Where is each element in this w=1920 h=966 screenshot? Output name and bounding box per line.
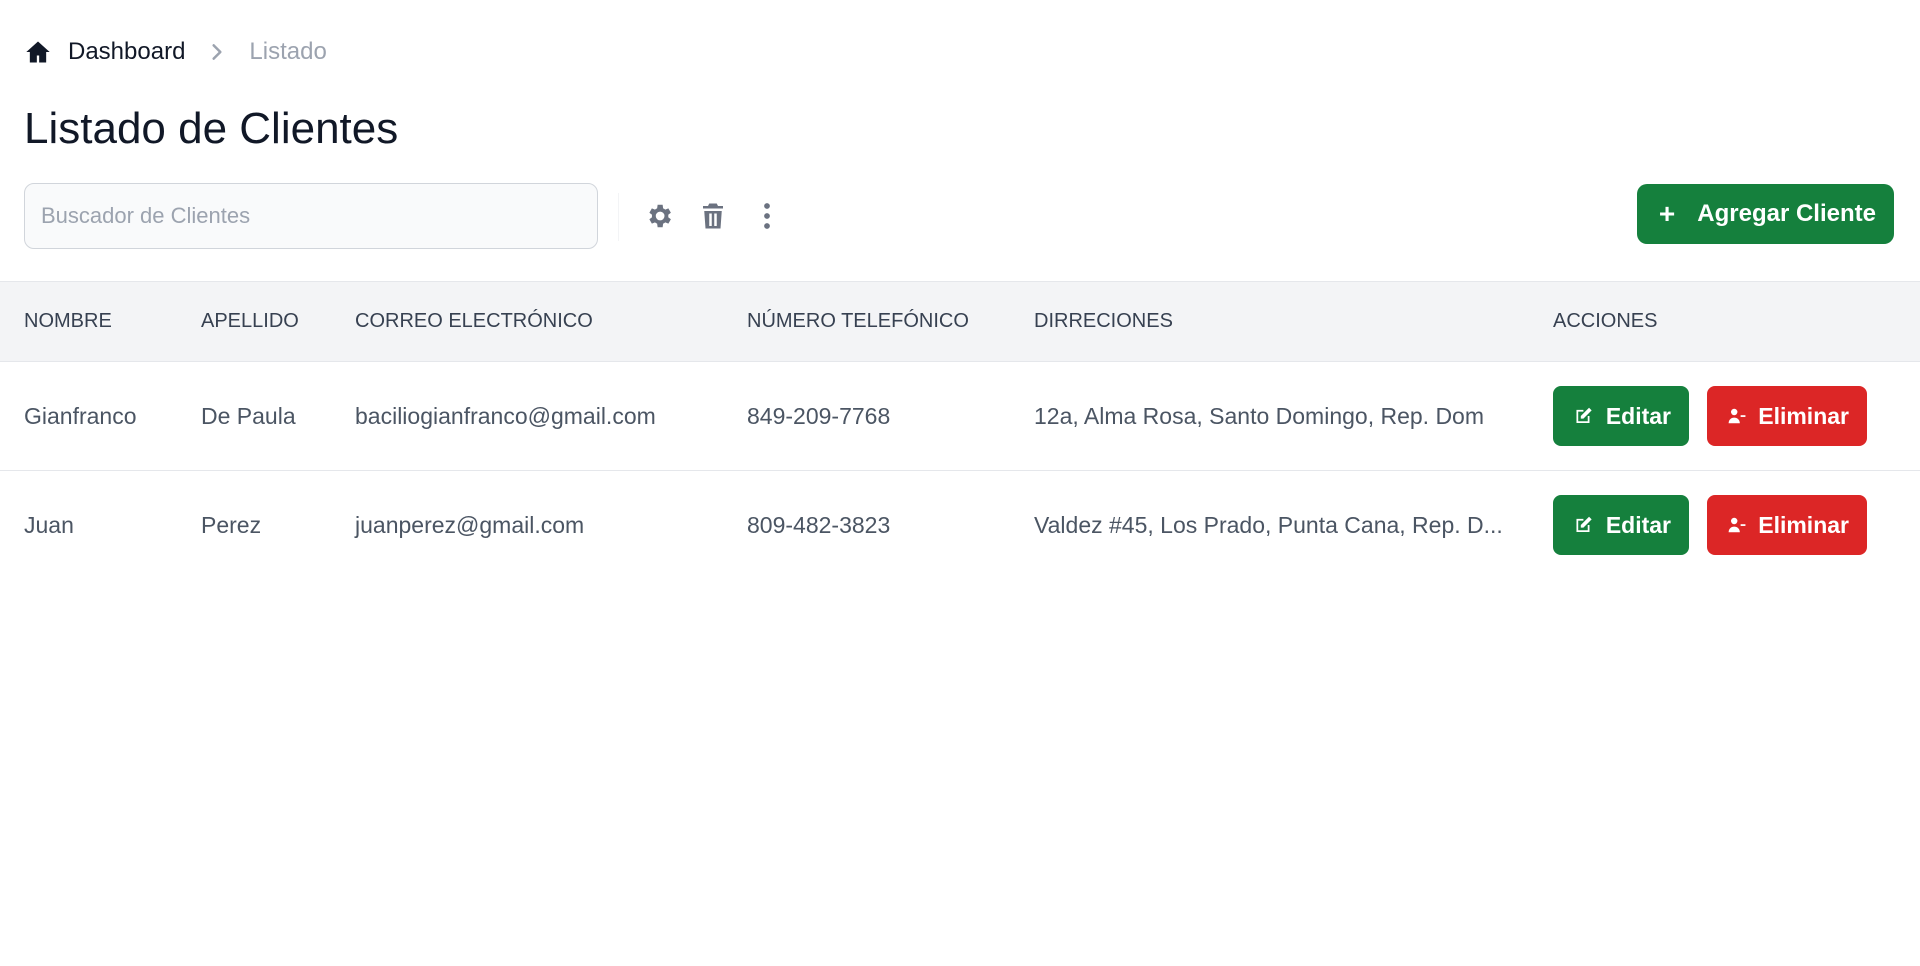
breadcrumb-home-label: Dashboard: [68, 38, 186, 65]
home-icon: [26, 41, 50, 63]
header-direcciones[interactable]: DIRRECIONES: [1034, 281, 1553, 362]
add-client-label: Agregar Cliente: [1697, 200, 1876, 227]
delete-selected-button[interactable]: [694, 197, 732, 235]
row-actions: Editar Eliminar: [1553, 495, 1920, 555]
clients-table: NOMBRE APELLIDO CORREO ELECTRÓNICO NÚMER…: [0, 281, 1920, 579]
cell-nombre: Juan: [24, 511, 74, 538]
delete-button[interactable]: Eliminar: [1707, 386, 1867, 446]
edit-icon: [1576, 516, 1592, 532]
cell-correo: baciliogianfranco@gmail.com: [355, 361, 747, 471]
header-acciones: ACCIONES: [1553, 281, 1920, 362]
page: Dashboard Listado Listado de Clientes +: [0, 0, 1920, 966]
gear-icon: [649, 204, 671, 228]
edit-label: Editar: [1605, 511, 1671, 538]
table-header: NOMBRE APELLIDO CORREO ELECTRÓNICO NÚMER…: [0, 281, 1920, 362]
cell-direccion: 12a, Alma Rosa, Santo Domingo, Rep. Dom: [1034, 361, 1553, 471]
edit-button[interactable]: Editar: [1553, 386, 1689, 446]
toolbar-divider: [618, 193, 619, 241]
add-client-button[interactable]: + Agregar Cliente: [1636, 184, 1894, 244]
trash-icon: [703, 203, 723, 229]
breadcrumb-current: Listado: [249, 38, 327, 65]
table-body: Gianfranco De Paula baciliogianfranco@gm…: [0, 361, 1920, 580]
cell-direccion: Valdez #45, Los Prado, Punta Cana, Rep. …: [1034, 471, 1553, 580]
page-title: Listado de Clientes: [24, 104, 399, 153]
table-row[interactable]: Juan Perez juanperez@gmail.com 809-482-3…: [0, 471, 1920, 580]
cell-correo: juanperez@gmail.com: [355, 511, 585, 538]
cell-apellido: De Paula: [201, 361, 355, 471]
header-apellido[interactable]: APELLIDO: [201, 281, 355, 362]
more-options-button[interactable]: [748, 197, 786, 235]
edit-button[interactable]: Editar: [1553, 495, 1689, 555]
delete-label: Eliminar: [1758, 402, 1849, 429]
row-actions: Editar Eliminar: [1553, 386, 1920, 446]
cell-acciones: Editar Eliminar: [1553, 361, 1920, 471]
edit-label: Editar: [1605, 402, 1671, 429]
delete-button[interactable]: Eliminar: [1707, 495, 1867, 555]
plus-icon: +: [1658, 198, 1676, 229]
cell-telefono: 809-482-3823: [747, 511, 891, 538]
edit-icon: [1576, 407, 1592, 423]
breadcrumb: Dashboard Listado: [24, 34, 327, 70]
table-header-row: NOMBRE APELLIDO CORREO ELECTRÓNICO NÚMER…: [0, 281, 1920, 362]
user-minus-icon: [1728, 408, 1746, 424]
cell-acciones: Editar Eliminar: [1553, 471, 1920, 580]
toolbar: + Agregar Cliente: [24, 183, 1896, 251]
header-correo[interactable]: CORREO ELECTRÓNICO: [355, 281, 747, 362]
search-input[interactable]: [24, 183, 598, 249]
cell-apellido: Perez: [201, 511, 262, 538]
header-telefono[interactable]: NÚMERO TELEFÓNICO: [747, 281, 1034, 362]
header-nombre[interactable]: NOMBRE: [0, 281, 201, 362]
more-vertical-icon: [764, 203, 770, 229]
settings-button[interactable]: [640, 197, 678, 235]
user-minus-icon: [1728, 517, 1746, 533]
breadcrumb-home-link[interactable]: Dashboard: [24, 38, 185, 66]
cell-telefono: 849-209-7768: [747, 361, 1034, 471]
address-text: 12a, Alma Rosa, Santo Domingo, Rep. Dom: [1034, 402, 1485, 429]
table-row[interactable]: Gianfranco De Paula baciliogianfranco@gm…: [0, 361, 1920, 471]
address-text: Valdez #45, Los Prado, Punta Cana, Rep. …: [1034, 511, 1503, 538]
chevron-right-icon: [207, 42, 227, 62]
cell-nombre: Gianfranco: [0, 361, 201, 471]
delete-label: Eliminar: [1758, 511, 1849, 538]
